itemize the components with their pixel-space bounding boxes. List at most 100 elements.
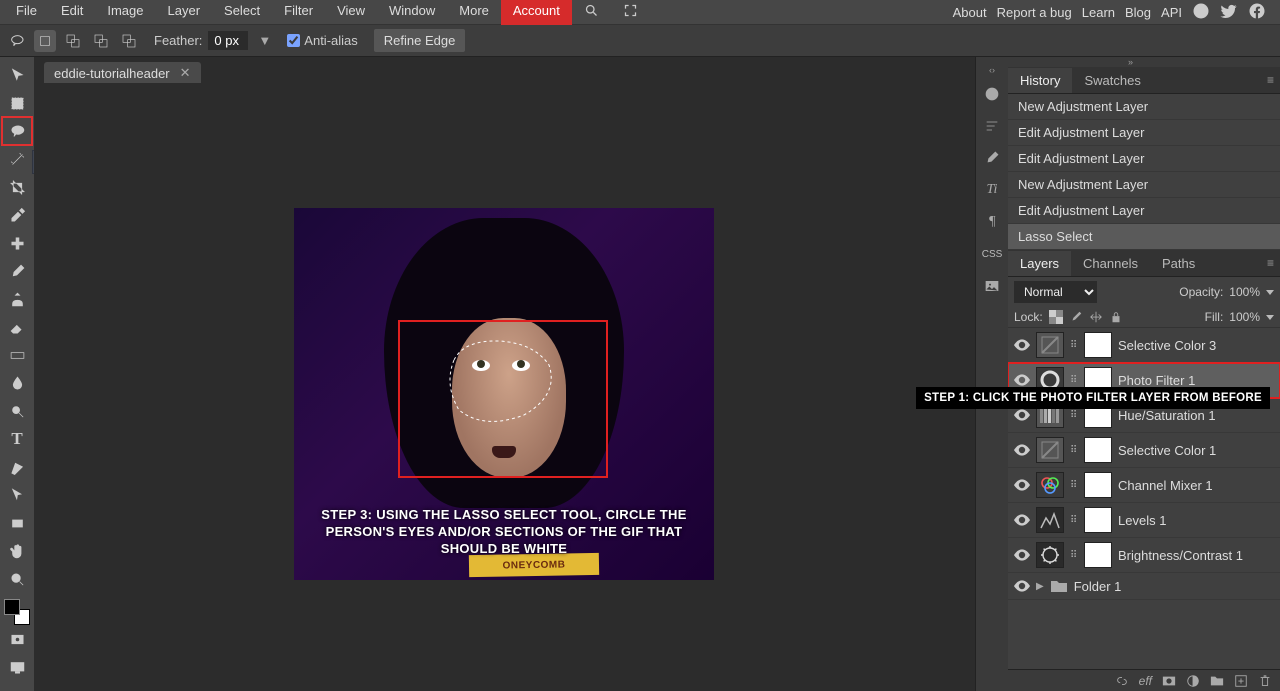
tab-paths[interactable]: Paths (1150, 251, 1207, 276)
menu-view[interactable]: View (325, 0, 377, 25)
history-item[interactable]: Edit Adjustment Layer (1008, 198, 1280, 224)
opacity-dropdown-icon[interactable] (1266, 290, 1274, 295)
history-item[interactable]: New Adjustment Layer (1008, 172, 1280, 198)
layer-thumb[interactable] (1036, 507, 1064, 533)
lock-transparency-icon[interactable] (1049, 310, 1063, 324)
adjustment-layer-icon[interactable] (1186, 674, 1200, 688)
text-tool[interactable]: T (2, 425, 32, 453)
layer-row[interactable]: ⠿ Selective Color 1 (1008, 433, 1280, 468)
menu-more[interactable]: More (447, 0, 501, 25)
quickmask-toggle[interactable] (2, 625, 32, 653)
close-tab-icon[interactable]: ✕ (180, 65, 191, 81)
lock-brush-icon[interactable] (1069, 310, 1083, 324)
visibility-icon[interactable] (1014, 580, 1030, 592)
blend-mode-select[interactable]: Normal (1014, 281, 1097, 303)
path-select-tool[interactable] (2, 481, 32, 509)
facebook-icon[interactable] (1248, 2, 1266, 23)
layers-panel-menu-icon[interactable]: ≡ (1261, 252, 1280, 274)
menu-edit[interactable]: Edit (49, 0, 95, 25)
image-panel-icon[interactable] (978, 273, 1006, 299)
layer-thumb[interactable] (1036, 437, 1064, 463)
color-swatches[interactable] (4, 599, 30, 625)
link-blog[interactable]: Blog (1125, 5, 1151, 20)
lasso-tool[interactable] (2, 117, 32, 145)
link-api[interactable]: API (1161, 5, 1182, 20)
selection-intersect-icon[interactable] (118, 30, 140, 52)
layer-mask-thumb[interactable] (1084, 332, 1112, 358)
zoom-tool[interactable] (2, 565, 32, 593)
visibility-icon[interactable] (1014, 549, 1030, 561)
history-item[interactable]: New Adjustment Layer (1008, 94, 1280, 120)
menu-window[interactable]: Window (377, 0, 447, 25)
layer-effects-icon[interactable]: eff (1139, 674, 1152, 688)
layer-row[interactable]: ⠿ Levels 1 (1008, 503, 1280, 538)
fullscreen-icon[interactable] (611, 0, 650, 25)
layer-mask-thumb[interactable] (1084, 507, 1112, 533)
layer-row[interactable]: ⠿ Brightness/Contrast 1 (1008, 538, 1280, 573)
canvas-area[interactable]: ONEYCOMB STEP 3: USING THE LASSO SELECT … (34, 83, 975, 691)
move-tool[interactable] (2, 61, 32, 89)
screenmode-toggle[interactable] (2, 653, 32, 681)
new-folder-icon[interactable] (1210, 674, 1224, 688)
menu-image[interactable]: Image (95, 0, 155, 25)
link-about[interactable]: About (953, 5, 987, 20)
reddit-icon[interactable] (1192, 2, 1210, 23)
history-item[interactable]: Edit Adjustment Layer (1008, 120, 1280, 146)
layer-thumb[interactable] (1036, 472, 1064, 498)
lock-move-icon[interactable] (1089, 310, 1103, 324)
antialias-checkbox[interactable]: Anti-alias (287, 33, 357, 48)
layer-thumb[interactable] (1036, 332, 1064, 358)
layer-folder-row[interactable]: ▶ Folder 1 (1008, 573, 1280, 600)
visibility-icon[interactable] (1014, 444, 1030, 456)
feather-dropdown[interactable]: ▼ (254, 33, 275, 48)
crop-tool[interactable] (2, 173, 32, 201)
menu-filter[interactable]: Filter (272, 0, 325, 25)
gradient-tool[interactable] (2, 341, 32, 369)
properties-panel-icon[interactable] (978, 113, 1006, 139)
link-layers-icon[interactable] (1115, 674, 1129, 688)
delete-layer-icon[interactable] (1258, 674, 1272, 688)
add-mask-icon[interactable] (1162, 674, 1176, 688)
paragraph-panel-icon[interactable]: ¶ (978, 209, 1006, 235)
pen-tool[interactable] (2, 453, 32, 481)
dodge-tool[interactable] (2, 397, 32, 425)
blur-tool[interactable] (2, 369, 32, 397)
css-panel-icon[interactable]: CSS (978, 241, 1006, 267)
layer-row[interactable]: ⠿ Selective Color 3 (1008, 328, 1280, 363)
tab-layers[interactable]: Layers (1008, 251, 1071, 276)
layer-mask-thumb[interactable] (1084, 542, 1112, 568)
selection-new-icon[interactable] (34, 30, 56, 52)
visibility-icon[interactable] (1014, 409, 1030, 421)
hand-tool[interactable] (2, 537, 32, 565)
visibility-icon[interactable] (1014, 479, 1030, 491)
fill-dropdown-icon[interactable] (1266, 315, 1274, 320)
foreground-color-swatch[interactable] (4, 599, 20, 615)
magic-wand-tool[interactable] (2, 145, 32, 173)
selection-add-icon[interactable] (62, 30, 84, 52)
twitter-icon[interactable] (1220, 2, 1238, 23)
tab-channels[interactable]: Channels (1071, 251, 1150, 276)
layer-mask-thumb[interactable] (1084, 472, 1112, 498)
feather-input[interactable] (208, 31, 248, 50)
new-layer-icon[interactable] (1234, 674, 1248, 688)
visibility-icon[interactable] (1014, 374, 1030, 386)
menu-select[interactable]: Select (212, 0, 272, 25)
eyedropper-tool[interactable] (2, 201, 32, 229)
shape-tool[interactable] (2, 509, 32, 537)
heal-tool[interactable] (2, 229, 32, 257)
refine-edge-button[interactable]: Refine Edge (374, 29, 466, 52)
document-tab[interactable]: eddie-tutorialheader ✕ (44, 62, 201, 84)
tab-history[interactable]: History (1008, 68, 1072, 93)
clone-tool[interactable] (2, 285, 32, 313)
fill-value[interactable]: 100% (1229, 310, 1260, 324)
folder-expand-icon[interactable]: ▶ (1036, 581, 1044, 592)
selection-subtract-icon[interactable] (90, 30, 112, 52)
history-item-current[interactable]: Lasso Select (1008, 224, 1280, 250)
layer-thumb[interactable] (1036, 542, 1064, 568)
brush-panel-icon[interactable] (978, 145, 1006, 171)
lock-all-icon[interactable] (1109, 310, 1123, 324)
menu-file[interactable]: File (4, 0, 49, 25)
layer-mask-thumb[interactable] (1084, 437, 1112, 463)
menu-layer[interactable]: Layer (156, 0, 213, 25)
menu-account[interactable]: Account (501, 0, 572, 25)
